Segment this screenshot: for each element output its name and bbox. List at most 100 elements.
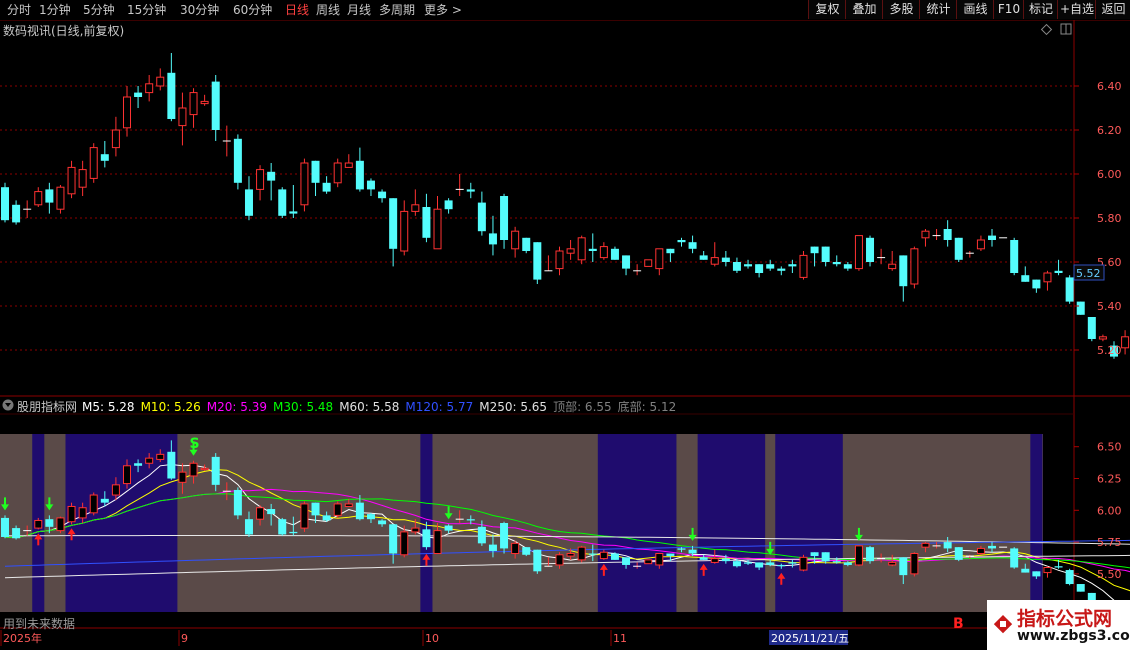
sell-marker: S [190,436,200,452]
indicator-candle [1032,571,1041,577]
date-label: 2025年 [3,631,42,645]
indicator-blue-zone [697,434,766,612]
indicator-tick-label: 5.50 [1097,568,1122,581]
indicator-candle [799,556,808,571]
main-candle [389,198,398,249]
indicator-candle [344,503,353,507]
indicator-candle [211,456,220,485]
indicator-candle [289,531,298,534]
indicator-candle [422,529,431,548]
main-candle [444,200,453,210]
main-candle [400,210,409,252]
main-tick-label: 5.40 [1097,300,1122,313]
indicator-tick-label: 6.00 [1097,504,1122,517]
legend-item: M250: 5.65 [479,400,548,414]
watermark-logo-icon [993,614,1013,634]
current-price-label: 5.52 [1076,267,1101,280]
indicator-candle [411,527,420,533]
indicator-candle [267,509,276,515]
indicator-candle [910,553,919,575]
main-candle [244,189,253,216]
main-candle [1065,277,1074,302]
main-candle [599,246,608,259]
indicator-candle [921,542,930,548]
indicator-blue-zone [775,434,843,612]
main-candle [799,254,808,278]
indicator-candle [511,542,520,555]
main-candle [821,246,830,262]
main-tick-label: 6.00 [1097,168,1122,181]
main-candle [555,250,564,270]
indicator-tick-label: 6.25 [1097,473,1122,486]
indicator-candle [78,507,87,519]
indicator-candle [111,484,120,496]
indicator-candle [677,548,686,550]
indicator-candle [699,557,708,560]
main-candle [12,204,21,223]
kline-chart[interactable]: SB 6.406.206.005.805.605.405.20 6.506.25… [0,0,1130,650]
collapse-icon[interactable] [2,399,14,411]
indicator-candle [788,562,797,564]
main-candle [78,169,87,188]
main-candle [211,81,220,130]
indicator-candle [433,530,442,555]
main-candle [233,138,242,183]
indicator-candle [610,553,619,560]
stock-title: 数码视讯(日线,前复权) [3,24,125,38]
indicator-candle [400,531,409,556]
indicator-candle [122,465,131,485]
indicator-candle [145,457,154,464]
indicator-candle [533,549,542,572]
main-candle [1054,270,1063,273]
main-candle [178,107,187,127]
indicator-candle [1043,567,1052,574]
main-candles [1,53,1130,359]
indicator-candle [555,554,564,566]
future-data-note: 用到未来数据 [3,617,76,631]
main-candle [588,248,597,251]
main-candle [488,233,497,245]
main-candle [1087,317,1096,339]
main-candle [267,171,276,181]
legend-item: M30: 5.48 [272,400,334,414]
main-candle [134,92,143,97]
main-candle [699,255,708,260]
date-axis: 2025年 9 10 11 [0,630,627,646]
indicator-candle [988,545,997,549]
legend-item: M10: 5.26 [140,400,201,414]
indicator-candle [444,525,453,531]
legend-item: M20: 5.39 [206,400,267,414]
indicator-candle [732,561,741,567]
indicator-candle [976,547,985,555]
indicator-candle [56,517,65,532]
indicator-candle [522,547,531,555]
indicator-candle [688,549,697,554]
diamond-icon[interactable] [1040,23,1053,36]
indicator-candle [89,494,98,514]
indicator-candle [488,544,497,551]
main-candle [1121,336,1130,349]
window-icon[interactable] [1060,23,1072,35]
indicator-candle [1021,568,1030,573]
main-candle [500,196,509,240]
main-candle [167,72,176,119]
main-candle [278,189,287,216]
indicator-blue-zone [597,434,677,612]
main-candle [1098,336,1107,340]
indicator-candle [866,547,875,562]
main-candle [655,248,664,270]
legend-item: 顶部: 6.55 [553,400,612,414]
main-candle [1010,240,1019,273]
main-candle [954,237,963,260]
buy-marker: B [953,616,964,632]
indicator-candle [888,561,897,566]
cursor-date-label: 2025/11/21/五 [771,632,849,645]
main-candle [677,240,686,243]
main-candle [732,262,741,271]
main-candle [89,147,98,179]
indicator-candle [1010,548,1019,568]
indicator-candle [766,562,775,565]
main-candle [910,248,919,285]
main-candle [422,207,431,238]
main-candle [644,259,653,267]
